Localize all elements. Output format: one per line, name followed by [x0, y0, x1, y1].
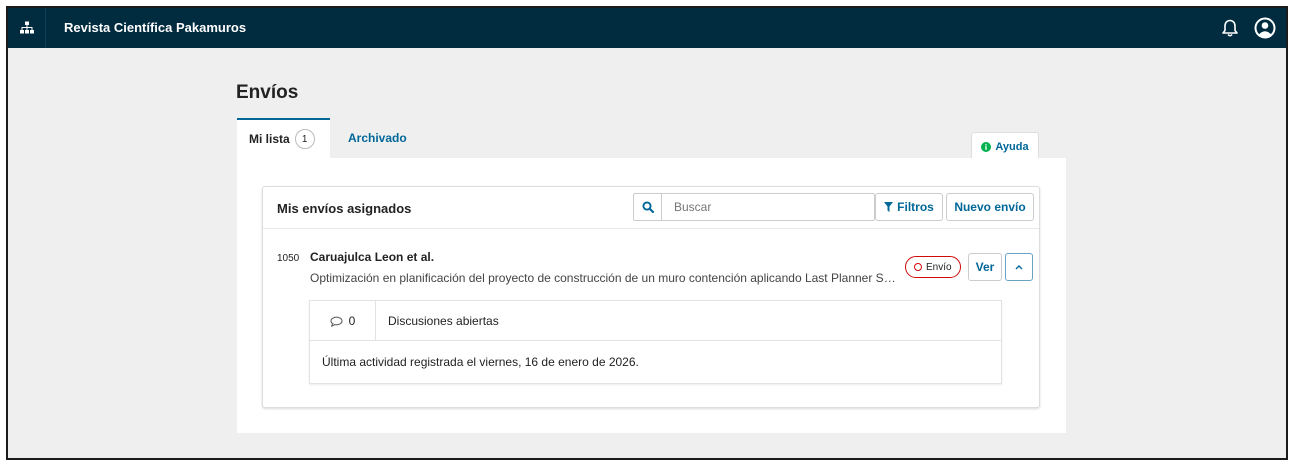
filter-icon: [884, 202, 894, 212]
discussions-label: Discusiones abiertas: [388, 314, 499, 328]
tab-archived[interactable]: Archivado: [348, 118, 407, 158]
tab-my-list-label: Mi lista: [249, 132, 290, 146]
new-submission-button[interactable]: Nuevo envío: [946, 193, 1034, 221]
chevron-up-icon: [1015, 265, 1023, 270]
app-frame: Revista Científica Pakamuros Envíos Mi l…: [6, 6, 1288, 460]
submission-id: 1050: [277, 253, 300, 264]
stage-badge: Envío: [905, 256, 961, 278]
sitemap-icon: [19, 21, 34, 34]
assigned-submissions-card: Mis envíos asignados Filtros: [262, 186, 1040, 408]
filters-button[interactable]: Filtros: [875, 193, 943, 221]
bell-icon: [1222, 19, 1238, 37]
search-box: [633, 193, 875, 221]
filters-label: Filtros: [897, 200, 934, 214]
info-circle-icon: [981, 141, 992, 152]
user-circle-icon: [1254, 17, 1276, 39]
view-submission-button[interactable]: Ver: [968, 253, 1002, 281]
submission-details: 0 Discusiones abiertas Última actividad …: [309, 300, 1002, 384]
notifications-button[interactable]: [1220, 18, 1240, 38]
site-title[interactable]: Revista Científica Pakamuros: [64, 8, 246, 48]
submission-authors: Caruajulca Leon et al.: [310, 250, 435, 264]
help-button[interactable]: Ayuda: [971, 132, 1039, 160]
sitemap-button[interactable]: [8, 8, 46, 48]
tab-my-list[interactable]: Mi lista 1: [237, 118, 330, 158]
discussion-count-value: 0: [348, 314, 356, 328]
card-title: Mis envíos asignados: [277, 201, 412, 216]
discussion-count: 0: [310, 301, 376, 341]
page-title: Envíos: [236, 82, 299, 103]
stage-label: Envío: [926, 261, 952, 273]
discussions-row: 0 Discusiones abiertas: [310, 301, 1001, 341]
search-icon[interactable]: [634, 194, 662, 220]
last-activity: Última actividad registrada el viernes, …: [322, 355, 639, 369]
comment-icon: [330, 316, 343, 327]
submission-title: Optimización en planificación del proyec…: [310, 271, 896, 285]
top-navigation-bar: Revista Científica Pakamuros: [8, 8, 1286, 48]
stage-circle-icon: [914, 263, 922, 271]
collapse-details-button[interactable]: [1005, 253, 1033, 281]
search-input[interactable]: [662, 195, 862, 219]
tab-my-list-count-badge: 1: [294, 129, 315, 149]
card-header: Mis envíos asignados Filtros: [263, 187, 1039, 229]
user-menu-button[interactable]: [1254, 17, 1276, 39]
help-label: Ayuda: [995, 140, 1029, 153]
submissions-panel: Mis envíos asignados Filtros: [237, 158, 1066, 433]
